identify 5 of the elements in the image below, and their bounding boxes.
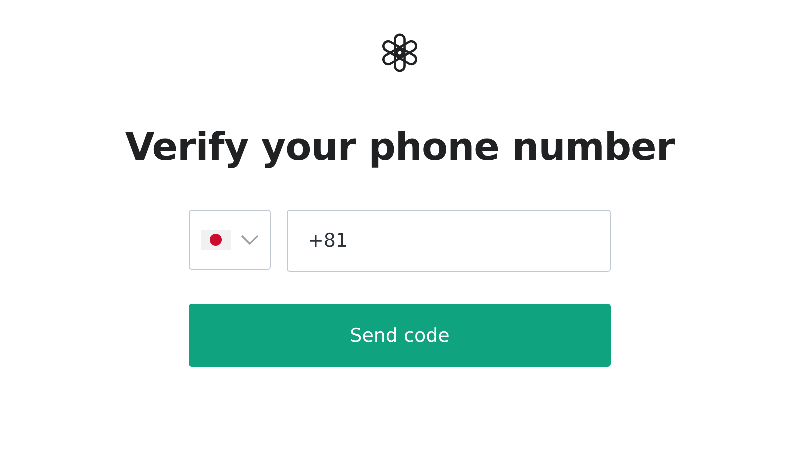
- flag-icon: [201, 230, 231, 250]
- page-heading: Verify your phone number: [125, 124, 675, 171]
- phone-input[interactable]: +81: [287, 210, 611, 272]
- chevron-down-icon: [241, 235, 259, 245]
- country-select[interactable]: [189, 210, 271, 270]
